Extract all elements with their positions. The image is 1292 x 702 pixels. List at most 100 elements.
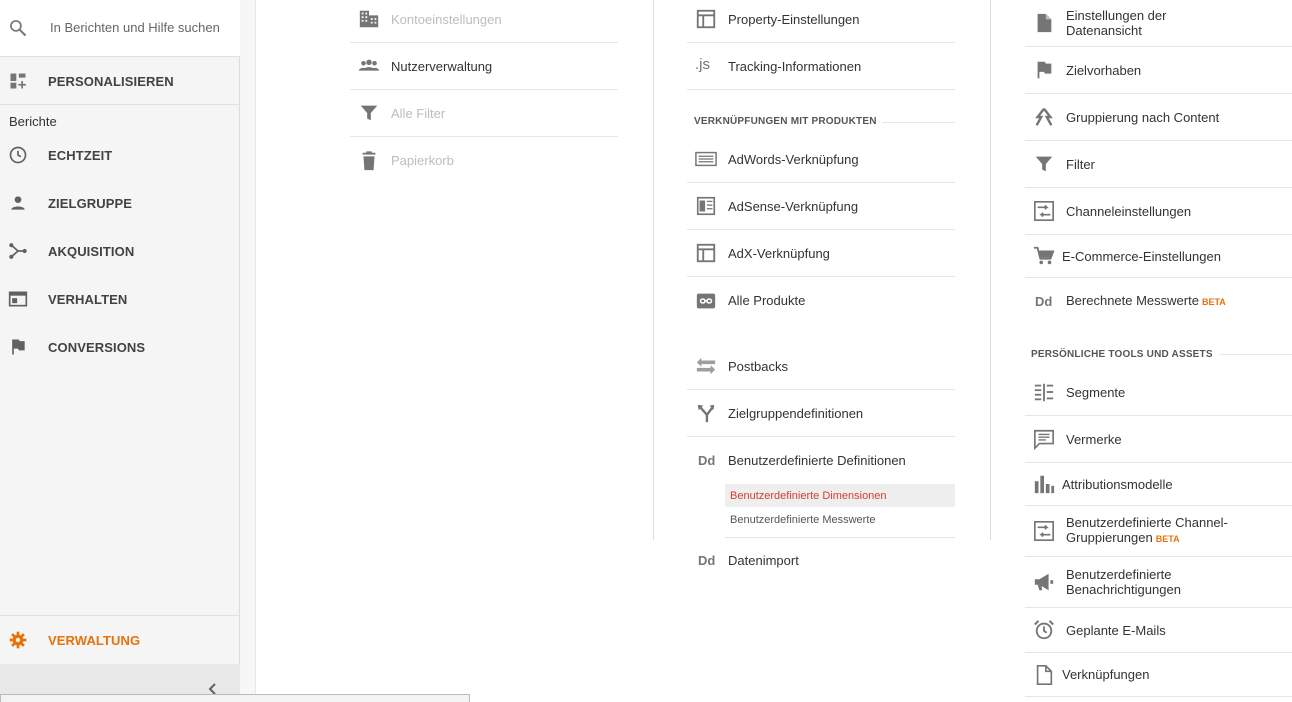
shortcuts-item[interactable]: Verknüpfungen [1025, 653, 1292, 697]
behavior-icon [8, 291, 28, 307]
adsense-link-item[interactable]: AdSense-Verknüpfung [687, 183, 955, 230]
beta-badge: BETA [1155, 534, 1180, 544]
nav-item-label: VERHALTEN [48, 291, 128, 307]
bars-icon [1034, 475, 1055, 494]
scheduled-emails-label: Geplante E-Mails [1066, 622, 1166, 638]
custom-alerts-item[interactable]: Benutzerdefinierte Benachrichtigungen [1025, 557, 1292, 608]
trash-icon [362, 150, 376, 170]
column-divider [653, 0, 654, 540]
clock-icon [9, 146, 27, 164]
view-settings-item[interactable]: Einstellungen der Datenansicht [1025, 0, 1292, 47]
doc-icon [1037, 13, 1052, 33]
user-management-item[interactable]: Nutzerverwaltung [350, 43, 618, 90]
goals-item[interactable]: Zielvorhaben [1025, 47, 1292, 94]
dd-icon: Dd [698, 453, 716, 468]
audience-definitions-item[interactable]: Zielgruppendefinitionen [687, 390, 955, 437]
channel-settings-label: Channeleinstellungen [1066, 203, 1192, 219]
heading-divider [882, 122, 955, 123]
custom-dimensions-link[interactable]: Benutzerdefinierte Dimensionen [725, 484, 955, 507]
dd-icon: Dd [698, 553, 716, 568]
all-products-label: Alle Produkte [728, 293, 806, 308]
filter-icon [360, 105, 378, 121]
audience-definitions-label: Zielgruppendefinitionen [728, 405, 864, 421]
flag-icon [1037, 61, 1052, 79]
grouping-icon [1035, 108, 1053, 126]
calculated-metrics-item[interactable]: Dd Berechnete Messwerte BETA [1025, 278, 1292, 325]
segments-icon [1034, 383, 1054, 402]
adsense-link-label: AdSense-Verknüpfung [728, 198, 859, 214]
nav-item-realtime[interactable]: ECHTZEIT [0, 137, 240, 173]
data-import-label: Datenimport [728, 553, 799, 568]
comment-icon [1034, 429, 1054, 450]
customize-label: PERSONALISIEREN [48, 73, 174, 89]
all-filters-label: Alle Filter [391, 105, 446, 121]
user-management-label: Nutzerverwaltung [391, 58, 493, 74]
megaphone-icon [1034, 573, 1054, 591]
adwords-icon [695, 151, 717, 167]
filter-item[interactable]: Filter [1025, 141, 1292, 188]
adwords-link-item[interactable]: AdWords-Verknüpfung [687, 136, 955, 183]
reports-section-label: Berichte [9, 114, 57, 129]
adx-link-item[interactable]: AdX-Verknüpfung [687, 230, 955, 277]
dashboard-add-icon [10, 73, 26, 89]
property-settings-item[interactable]: Property-Einstellungen [687, 0, 955, 43]
property-icon [696, 9, 716, 29]
nav-item-audience[interactable]: ZIELGRUPPE [0, 185, 240, 221]
heading-divider [1220, 354, 1292, 355]
customize-button[interactable]: PERSONALISIEREN [0, 63, 240, 99]
account-settings-label: Kontoeinstellungen [391, 11, 502, 27]
custom-channel-grouping-label: Benutzerdefinierte Channel-Gruppierungen… [1066, 515, 1228, 545]
users-icon [358, 59, 380, 71]
filter-icon [1035, 156, 1053, 172]
annotations-item[interactable]: Vermerke [1025, 416, 1292, 463]
custom-alerts-label: Benutzerdefinierte Benachrichtigungen [1066, 567, 1181, 597]
beta-badge: BETA [1201, 297, 1226, 307]
scheduled-emails-item[interactable]: Geplante E-Mails [1025, 608, 1292, 653]
content-grouping-item[interactable]: Gruppierung nach Content [1025, 94, 1292, 141]
channel-settings-item[interactable]: Channeleinstellungen [1025, 188, 1292, 235]
tracking-info-item[interactable]: .js Tracking-Informationen [687, 43, 955, 90]
nav-item-conversions[interactable]: CONVERSIONS [0, 329, 240, 365]
js-icon: .js [695, 56, 710, 73]
gear-icon [9, 631, 27, 649]
channel-icon [1034, 201, 1054, 221]
search-icon[interactable] [8, 18, 28, 38]
all-filters-item[interactable]: Alle Filter [350, 90, 618, 137]
attribution-models-item[interactable]: Attributionsmodelle [1025, 463, 1292, 506]
search-input[interactable] [40, 12, 230, 42]
postbacks-item[interactable]: Postbacks [687, 343, 955, 390]
acquisition-icon [9, 243, 27, 259]
adwords-link-label: AdWords-Verknüpfung [728, 151, 859, 167]
nav-item-acquisition[interactable]: AKQUISITION [0, 233, 240, 269]
annotations-label: Vermerke [1066, 431, 1122, 447]
custom-definitions-item[interactable]: Dd Benutzerdefinierte Definitionen [687, 437, 955, 484]
flag-icon [12, 339, 25, 355]
segments-label: Segmente [1066, 384, 1126, 400]
adsense-icon [696, 196, 716, 216]
link-icon [696, 293, 716, 308]
page-icon [1036, 664, 1053, 685]
trash-item[interactable]: Papierkorb [350, 137, 618, 184]
ecommerce-settings-item[interactable]: E-Commerce-Einstellungen [1025, 235, 1292, 278]
calculated-metrics-label: Berechnete Messwerte BETA [1066, 293, 1226, 308]
divider [0, 104, 240, 105]
attribution-models-label: Attributionsmodelle [1062, 476, 1173, 492]
divider [0, 615, 240, 616]
sidebar-scrollbar[interactable] [240, 0, 256, 700]
postbacks-label: Postbacks [728, 358, 788, 374]
data-import-item[interactable]: Dd Datenimport [687, 537, 955, 584]
nav-item-behavior[interactable]: VERHALTEN [0, 281, 240, 317]
custom-definitions-label: Benutzerdefinierte Definitionen [728, 453, 906, 468]
segments-item[interactable]: Segmente [1025, 369, 1292, 416]
nav-item-admin[interactable]: VERWALTUNG [0, 622, 240, 658]
custom-metrics-link[interactable]: Benutzerdefinierte Messwerte [725, 508, 955, 531]
property-settings-label: Property-Einstellungen [728, 11, 860, 27]
all-products-item[interactable]: Alle Produkte [687, 277, 955, 324]
custom-channel-grouping-item[interactable]: Benutzerdefinierte Channel-Gruppierungen… [1025, 506, 1292, 557]
adx-link-label: AdX-Verknüpfung [728, 245, 830, 261]
person-icon [11, 196, 25, 210]
postbacks-icon [696, 357, 716, 375]
trash-label: Papierkorb [391, 153, 454, 168]
bottom-tab [0, 694, 470, 702]
account-settings-item[interactable]: Kontoeinstellungen [350, 0, 618, 43]
